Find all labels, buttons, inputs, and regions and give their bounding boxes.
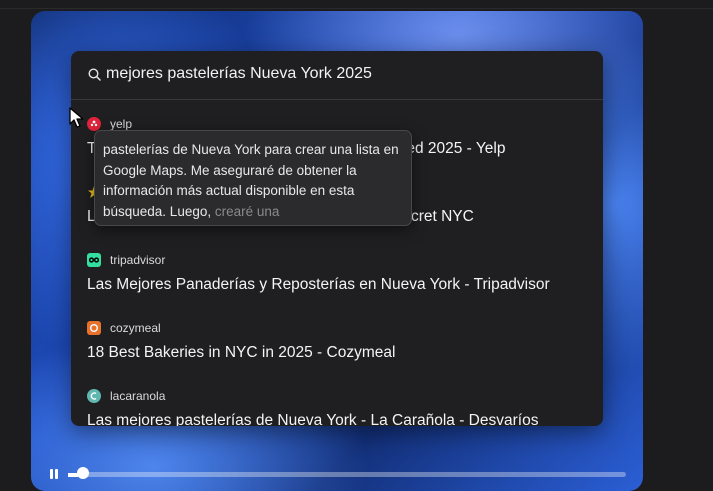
search-bar[interactable]: mejores pastelerías Nueva York 2025 [71,51,603,100]
pause-icon[interactable] [50,469,60,479]
yelp-icon [87,117,101,131]
cozymeal-icon [87,321,101,335]
progress-track[interactable] [78,472,626,477]
mouse-cursor-icon [69,107,84,128]
search-results-panel: mejores pastelerías Nueva York 2025 yelp… [71,51,603,426]
search-icon [88,68,101,81]
search-result[interactable]: cozymeal 18 Best Bakeries in NYC in 2025… [87,320,587,362]
progress-knob[interactable] [77,467,89,479]
video-controls [50,465,630,479]
result-title[interactable]: 18 Best Bakeries in NYC in 2025 - Cozyme… [87,344,587,362]
result-source-name: cozymeal [110,321,161,335]
result-source-name: tripadvisor [110,253,166,267]
result-source-name: yelp [110,117,133,131]
result-title[interactable]: Las mejores pastelerías de Nueva York - … [87,412,587,426]
search-result[interactable]: lacaranola Las mejores pastelerías de Nu… [87,388,587,426]
window-top-divider [0,8,713,9]
hover-tooltip: pastelerías de Nueva York para crear una… [94,130,412,226]
result-source-name: lacaranola [110,389,166,403]
search-result[interactable]: tripadvisor Las Mejores Panaderías y Rep… [87,252,587,294]
result-title[interactable]: Las Mejores Panaderías y Reposterías en … [87,276,587,294]
result-source: lacaranola [87,388,587,404]
lacaranola-icon [87,389,101,403]
search-query[interactable]: mejores pastelerías Nueva York 2025 [106,65,372,83]
tooltip-faded-text: crearé una [214,203,280,219]
result-source: tripadvisor [87,252,587,268]
result-source: cozymeal [87,320,587,336]
tripadvisor-icon [87,253,101,267]
